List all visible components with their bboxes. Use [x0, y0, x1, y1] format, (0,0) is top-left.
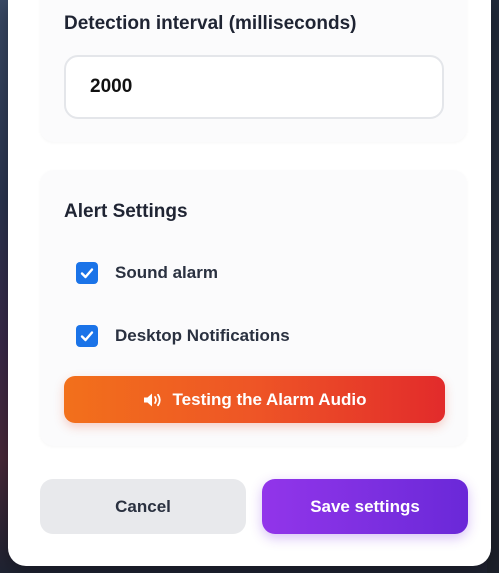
- sound-alarm-checkbox[interactable]: [76, 262, 98, 284]
- alert-settings-title: Alert Settings: [64, 201, 188, 222]
- detection-interval-input[interactable]: [64, 55, 444, 119]
- test-alarm-audio-label: Testing the Alarm Audio: [172, 389, 367, 409]
- desktop-notifications-option[interactable]: Desktop Notifications: [76, 323, 290, 349]
- checkmark-icon: [80, 268, 94, 279]
- desktop-notifications-label: Desktop Notifications: [115, 326, 290, 345]
- sound-alarm-label: Sound alarm: [115, 263, 218, 282]
- desktop-notifications-checkbox[interactable]: [76, 325, 98, 347]
- checkmark-icon: [80, 331, 94, 342]
- detection-interval-label: Detection interval (milliseconds): [64, 13, 357, 34]
- test-alarm-audio-button[interactable]: Testing the Alarm Audio: [64, 376, 445, 423]
- speaker-icon: [143, 392, 165, 408]
- save-settings-button[interactable]: Save settings: [262, 479, 468, 534]
- sound-alarm-option[interactable]: Sound alarm: [76, 260, 218, 286]
- cancel-button[interactable]: Cancel: [40, 479, 246, 534]
